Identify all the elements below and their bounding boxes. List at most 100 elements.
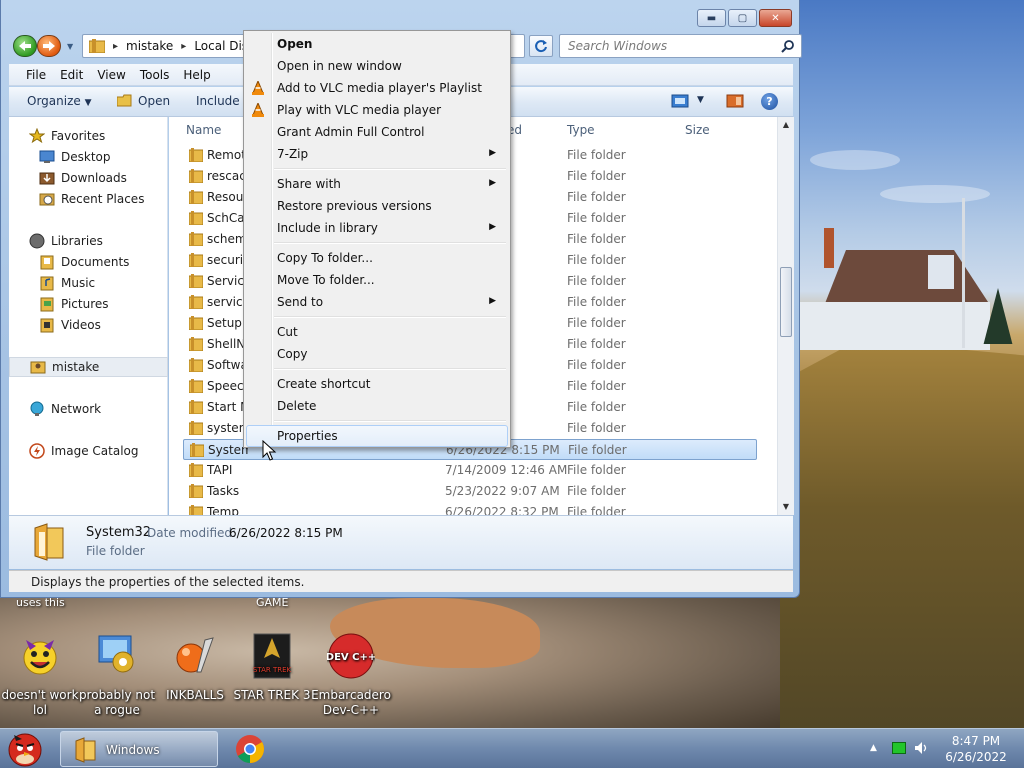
file-type: File folder bbox=[567, 232, 626, 246]
file-name: system bbox=[207, 421, 247, 435]
nav-image-catalog[interactable]: Image Catalog bbox=[9, 441, 168, 461]
nav-user-folder[interactable]: mistake bbox=[9, 357, 168, 377]
refresh-button[interactable] bbox=[529, 35, 553, 57]
desktop-shortcut-label: doesn't work lol bbox=[1, 688, 79, 717]
file-type: File folder bbox=[567, 169, 626, 183]
devcpp-glyph-text: DEV C++ bbox=[327, 652, 375, 663]
nav-recent-places[interactable]: Recent Places bbox=[9, 189, 168, 209]
context-menu-item-properties[interactable]: Properties bbox=[246, 425, 508, 447]
context-menu-item-copy[interactable]: Copy bbox=[246, 343, 508, 365]
view-options-dropdown[interactable]: ▼ bbox=[697, 95, 704, 105]
file-name: servicin bbox=[207, 295, 247, 309]
breadcrumb-chevron-icon[interactable]: ▸ bbox=[113, 41, 118, 52]
context-menu-item-include-in-library[interactable]: Include in library ▶ bbox=[246, 217, 508, 239]
nav-music[interactable]: Music bbox=[9, 273, 168, 293]
desktop-shortcut-star-trek[interactable]: STAR TREK STAR TREK 3 bbox=[232, 632, 312, 703]
preview-pane-icon[interactable] bbox=[726, 94, 744, 108]
chrome-icon[interactable] bbox=[234, 733, 266, 765]
context-menu-item-move-to-folder[interactable]: Move To folder... bbox=[246, 269, 508, 291]
vlc-cone-icon bbox=[252, 103, 264, 117]
file-type: File folder bbox=[567, 316, 626, 330]
maximize-button[interactable]: ▢ bbox=[728, 9, 757, 27]
breadcrumb-chevron-icon[interactable]: ▸ bbox=[181, 41, 186, 52]
back-button[interactable] bbox=[13, 35, 37, 57]
scroll-down-arrow-icon[interactable]: ▼ bbox=[778, 499, 794, 515]
details-item-name: System32 bbox=[86, 525, 152, 540]
desktop-shortcut-yahoo[interactable]: doesn't work lol bbox=[0, 632, 80, 718]
menu-tools[interactable]: Tools bbox=[133, 68, 177, 82]
file-date-modified: 6/26/2022 8:32 PM bbox=[445, 505, 559, 515]
context-menu-item-create-shortcut[interactable]: Create shortcut bbox=[246, 373, 508, 395]
organize-button[interactable]: Organize ▼ bbox=[27, 94, 92, 108]
desktop-shortcut-inkballs[interactable]: INKBALLS bbox=[155, 632, 235, 703]
show-hidden-icons-button[interactable]: ▲ bbox=[870, 743, 877, 753]
nav-favorites[interactable]: Favorites bbox=[9, 126, 168, 146]
nav-libraries[interactable]: Libraries bbox=[9, 231, 168, 251]
file-type: File folder bbox=[567, 148, 626, 162]
include-in-library-button[interactable]: Include in library bbox=[196, 94, 246, 108]
context-menu-item-share-with[interactable]: Share with ▶ bbox=[246, 173, 508, 195]
file-name: TAPI bbox=[207, 463, 233, 477]
file-name: Service bbox=[207, 274, 247, 288]
desktop-shortcut-label: STAR TREK 3 bbox=[233, 688, 311, 702]
taskbar-explorer-button[interactable]: Windows bbox=[60, 731, 218, 767]
context-menu-item-restore-previous-versions[interactable]: Restore previous versions bbox=[246, 195, 508, 217]
start-button-angry-bird-icon[interactable] bbox=[4, 729, 46, 768]
file-name: Speech bbox=[207, 379, 247, 393]
context-menu-item-add-to-vlc-media-player-s-playlist[interactable]: Add to VLC media player's Playlist bbox=[246, 77, 508, 99]
search-input[interactable] bbox=[559, 34, 802, 58]
minimize-button[interactable]: ▬ bbox=[697, 9, 726, 27]
context-menu-item-grant-admin-full-control[interactable]: Grant Admin Full Control bbox=[246, 121, 508, 143]
scroll-thumb[interactable] bbox=[780, 267, 792, 337]
pictures-icon bbox=[40, 297, 54, 312]
column-header-type[interactable]: Type bbox=[567, 123, 595, 137]
breadcrumb-item[interactable]: mistake bbox=[126, 39, 173, 53]
column-header-size[interactable]: Size bbox=[685, 123, 710, 137]
taskbar-clock[interactable]: 8:47 PM 6/26/2022 bbox=[940, 733, 1012, 765]
close-button[interactable]: ✕ bbox=[759, 9, 792, 27]
desktop-shortcut-gear[interactable]: probably not a rogue bbox=[77, 632, 157, 718]
column-header-name[interactable]: Name bbox=[186, 123, 221, 137]
nav-network[interactable]: Network bbox=[9, 399, 168, 419]
folder-icon bbox=[189, 232, 203, 246]
nav-videos[interactable]: Videos bbox=[9, 315, 168, 335]
context-menu-item-copy-to-folder[interactable]: Copy To folder... bbox=[246, 247, 508, 269]
nav-desktop[interactable]: Desktop bbox=[9, 147, 168, 167]
forward-button[interactable] bbox=[37, 35, 61, 57]
network-status-icon[interactable] bbox=[892, 742, 906, 754]
recent-pages-dropdown[interactable]: ▼ bbox=[67, 42, 73, 51]
context-menu-item-open[interactable]: Open bbox=[246, 33, 508, 55]
context-menu-item-play-with-vlc-media-player[interactable]: Play with VLC media player bbox=[246, 99, 508, 121]
search-icon[interactable] bbox=[781, 39, 795, 53]
context-menu-item-delete[interactable]: Delete bbox=[246, 395, 508, 417]
menu-help[interactable]: Help bbox=[176, 68, 217, 82]
change-view-icon[interactable] bbox=[671, 94, 689, 108]
vertical-scrollbar[interactable]: ▲ ▼ bbox=[777, 117, 794, 515]
file-type: File folder bbox=[567, 463, 626, 477]
context-menu-item-send-to[interactable]: Send to ▶ bbox=[246, 291, 508, 313]
open-folder-icon bbox=[117, 94, 132, 107]
context-menu-item-7-zip[interactable]: 7-Zip ▶ bbox=[246, 143, 508, 165]
menu-file[interactable]: File bbox=[19, 68, 53, 82]
context-menu-item-cut[interactable]: Cut bbox=[246, 321, 508, 343]
table-row[interactable]: TAPI 7/14/2009 12:46 AM File folder bbox=[183, 460, 757, 481]
nav-documents[interactable]: Documents bbox=[9, 252, 168, 272]
menu-edit[interactable]: Edit bbox=[53, 68, 90, 82]
desktop-shortcut-devcpp[interactable]: DEV C++ Embarcadero Dev-C++ bbox=[311, 632, 391, 718]
details-date-label: Date modified: bbox=[147, 526, 237, 540]
nav-downloads[interactable]: Downloads bbox=[9, 168, 168, 188]
open-button[interactable]: Open bbox=[117, 94, 170, 108]
scroll-up-arrow-icon[interactable]: ▲ bbox=[778, 117, 794, 133]
volume-icon[interactable] bbox=[914, 741, 930, 755]
nav-pictures[interactable]: Pictures bbox=[9, 294, 168, 314]
help-icon[interactable]: ? bbox=[761, 93, 778, 110]
table-row[interactable]: Tasks 5/23/2022 9:07 AM File folder bbox=[183, 481, 757, 502]
details-date-value: 6/26/2022 8:15 PM bbox=[229, 526, 343, 540]
context-menu-item-open-in-new-window[interactable]: Open in new window bbox=[246, 55, 508, 77]
mouse-cursor-icon bbox=[262, 440, 277, 461]
table-row[interactable]: Temp 6/26/2022 8:32 PM File folder bbox=[183, 502, 757, 515]
file-type: File folder bbox=[567, 379, 626, 393]
desktop-shortcut-label: INKBALLS bbox=[166, 688, 224, 702]
nav-item-label: Network bbox=[51, 402, 102, 416]
menu-view[interactable]: View bbox=[90, 68, 132, 82]
